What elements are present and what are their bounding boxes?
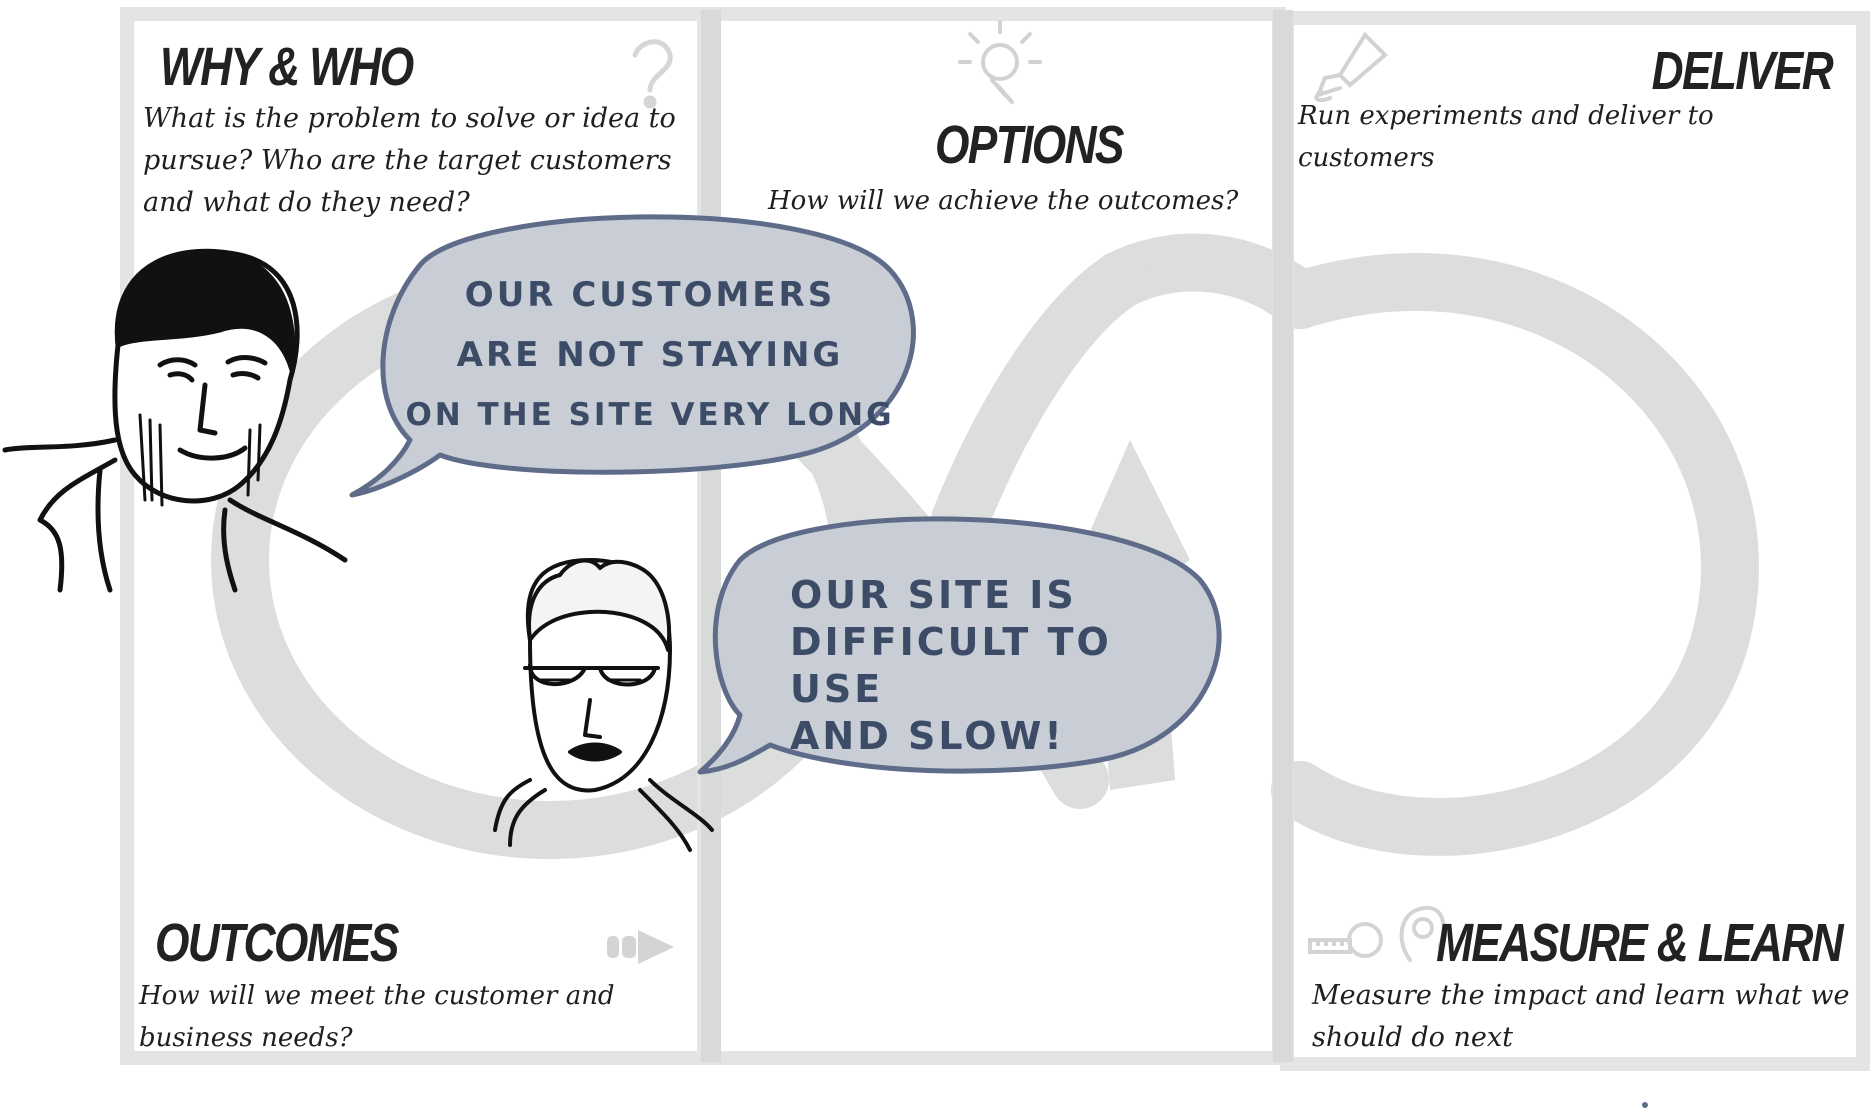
lightbulb-icon (958, 20, 1042, 104)
options-description: How will we achieve the outcomes? (768, 186, 1239, 216)
deliver-description: Run experiments and deliver to customers (1298, 101, 1714, 173)
arrow-right-icon (607, 930, 674, 964)
bubble-2-line-3: and slow! (790, 714, 1065, 758)
measure-learn-description: Measure the impact and learn what we sho… (1312, 980, 1850, 1053)
bubble-1-line-3: on the site very long (405, 397, 895, 433)
bubble-1-text: Our customers are not staying on the sit… (400, 265, 900, 445)
outcomes-title: OUTCOMES (155, 913, 399, 973)
why-who-description: What is the problem to solve or idea to … (143, 103, 676, 218)
bubble-2-line-1: Our site is (790, 573, 1077, 617)
bubble-2-line-2: difficult to use (790, 620, 1112, 711)
options-title: OPTIONS (935, 115, 1124, 175)
tape-measure-icon (1308, 922, 1383, 958)
why-who-title: WHY & WHO (160, 37, 414, 97)
deliver-title: DELIVER (1651, 41, 1834, 101)
rocket-icon (1314, 31, 1388, 103)
canvas: WHY & WHO OPTIONS DELIVER OUTCOMES MEASU… (0, 0, 1872, 1120)
outcomes-description: How will we meet the customer and busine… (139, 981, 615, 1053)
stray-dot (1642, 1102, 1648, 1108)
bubble-1-line-2: are not staying (456, 335, 844, 375)
measure-learn-title: MEASURE & LEARN (1436, 913, 1844, 973)
bubble-2-text: Our site is difficult to use and slow! (790, 572, 1210, 760)
bubble-1-line-1: Our customers (464, 275, 836, 315)
question-icon (632, 39, 673, 109)
